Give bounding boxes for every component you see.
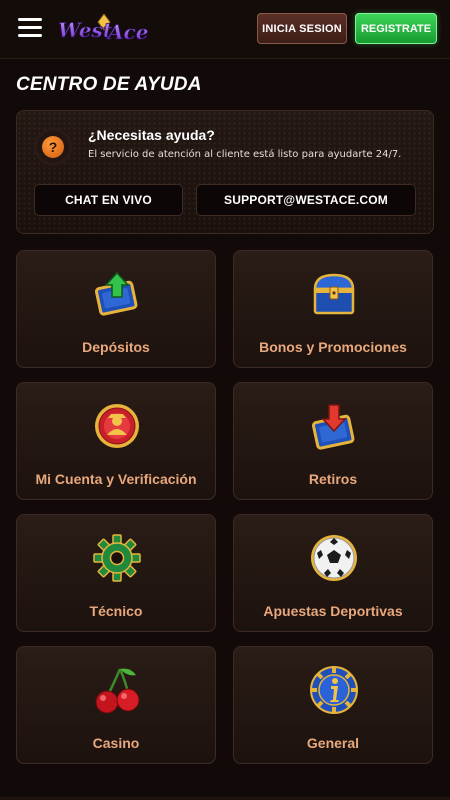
category-card-technical[interactable]: Técnico [16,514,216,632]
question-icon: ? [37,131,69,163]
westace-logo[interactable]: West Ace [56,12,154,44]
category-card-casino[interactable]: Casino [16,646,216,764]
category-card-deposits[interactable]: Depósitos [16,250,216,368]
category-label: Técnico [89,603,143,619]
help-heading: ¿Necesitas ayuda? [88,127,215,143]
category-card-account[interactable]: Mi Cuenta y Verificación [16,382,216,500]
info-chip-icon [310,666,358,714]
gear-icon [93,534,141,582]
category-card-general[interactable]: General [233,646,433,764]
live-chat-button[interactable]: CHAT EN VIVO [34,184,183,216]
menu-icon[interactable] [18,17,42,37]
page-title: CENTRO DE AYUDA [16,74,202,95]
treasure-chest-icon [313,273,355,315]
svg-text:West: West [58,18,113,42]
category-card-sports[interactable]: Apuestas Deportivas [233,514,433,632]
deposit-icon [94,271,138,316]
category-label: Casino [92,735,140,751]
login-button[interactable]: INICIA SESION [257,13,347,44]
category-label: General [306,735,360,751]
withdrawal-icon [311,404,355,450]
category-label: Mi Cuenta y Verificación [35,471,197,487]
cherries-icon [95,668,140,714]
top-bar: West Ace INICIA SESION REGISTRATE [0,0,450,59]
category-label: Retiros [308,471,358,487]
category-card-bonuses[interactable]: Bonos y Promociones [233,250,433,368]
category-card-withdrawals[interactable]: Retiros [233,382,433,500]
svg-text:Ace: Ace [106,20,148,44]
category-label: Apuestas Deportivas [263,603,403,619]
category-label: Depósitos [82,339,150,355]
help-panel: ? ¿Necesitas ayuda? El servicio de atenc… [16,110,434,234]
account-badge-icon [95,404,139,448]
support-email-button[interactable]: SUPPORT@WESTACE.COM [196,184,416,216]
register-button[interactable]: REGISTRATE [355,13,437,44]
soccer-ball-icon [311,535,357,581]
help-subtext: El servicio de atención al cliente está … [88,149,402,160]
category-label: Bonos y Promociones [259,339,407,355]
